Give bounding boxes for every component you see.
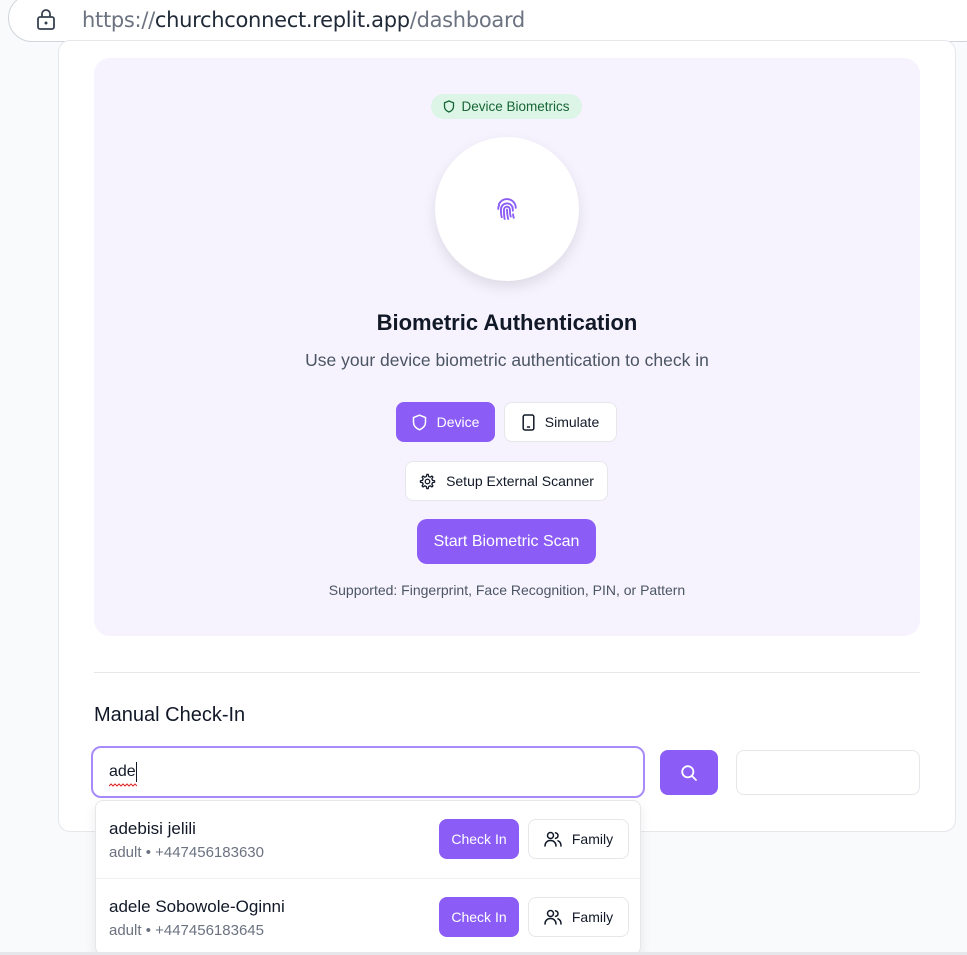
start-scan-label: Start Biometric Scan (433, 532, 580, 550)
family-label: Family (571, 909, 614, 925)
check-in-label: Check In (451, 831, 507, 847)
fingerprint-circle (435, 137, 579, 281)
mode-simulate-button[interactable]: Simulate (504, 402, 617, 442)
family-button[interactable]: Family (528, 897, 629, 937)
gear-icon (419, 473, 436, 489)
smartphone-icon (522, 413, 535, 431)
text-caret (136, 762, 137, 782)
badge-label: Device Biometrics (461, 99, 570, 114)
search-icon (681, 764, 697, 781)
mode-device-label: Device (436, 414, 480, 430)
shield-icon (412, 413, 426, 431)
supported-methods-text: Supported: Fingerprint, Face Recognition… (328, 582, 686, 598)
search-input-value: ade (109, 763, 136, 780)
mode-device-button[interactable]: Device (396, 402, 495, 442)
section-divider (94, 672, 920, 673)
member-meta: adult • +447456183645 (109, 922, 264, 939)
manual-check-in-title: Manual Check-In (94, 704, 246, 726)
device-biometrics-badge: Device Biometrics (431, 94, 582, 119)
users-icon (544, 831, 562, 847)
users-icon (544, 909, 562, 925)
search-button[interactable] (660, 750, 718, 795)
fingerprint-icon (497, 198, 517, 220)
mode-simulate-label: Simulate (544, 414, 600, 430)
member-meta: adult • +447456183630 (109, 844, 264, 861)
check-in-button[interactable]: Check In (439, 897, 519, 937)
list-item[interactable]: adele Sobowole-Oginni adult • +447456183… (96, 878, 640, 954)
member-name: adele Sobowole-Oginni (109, 897, 285, 916)
setup-scanner-label: Setup External Scanner (446, 473, 594, 489)
start-biometric-scan-button[interactable]: Start Biometric Scan (417, 519, 596, 564)
member-name: adebisi jelili (109, 819, 196, 838)
member-search-input[interactable]: ade (91, 746, 645, 798)
spellcheck-underline (109, 783, 137, 787)
family-label: Family (571, 831, 614, 847)
shield-icon (444, 100, 455, 113)
family-button[interactable]: Family (528, 819, 629, 859)
search-results-dropdown: adebisi jelili adult • +447456183630 Che… (95, 800, 641, 955)
lock-icon[interactable] (36, 8, 56, 30)
blank-input-box[interactable] (736, 750, 920, 795)
url-text[interactable]: https://churchconnect.replit.app/dashboa… (82, 8, 525, 32)
biometric-title: Biometric Authentication (376, 310, 638, 335)
check-in-label: Check In (451, 909, 507, 925)
check-in-button[interactable]: Check In (439, 819, 519, 859)
url-scheme: https:// (82, 8, 155, 32)
list-item[interactable]: adebisi jelili adult • +447456183630 Che… (96, 801, 640, 878)
biometric-subtitle: Use your device biometric authentication… (305, 350, 709, 370)
setup-external-scanner-button[interactable]: Setup External Scanner (405, 461, 608, 501)
url-host: churchconnect.replit.app (154, 8, 410, 32)
url-path: /dashboard (409, 8, 525, 32)
